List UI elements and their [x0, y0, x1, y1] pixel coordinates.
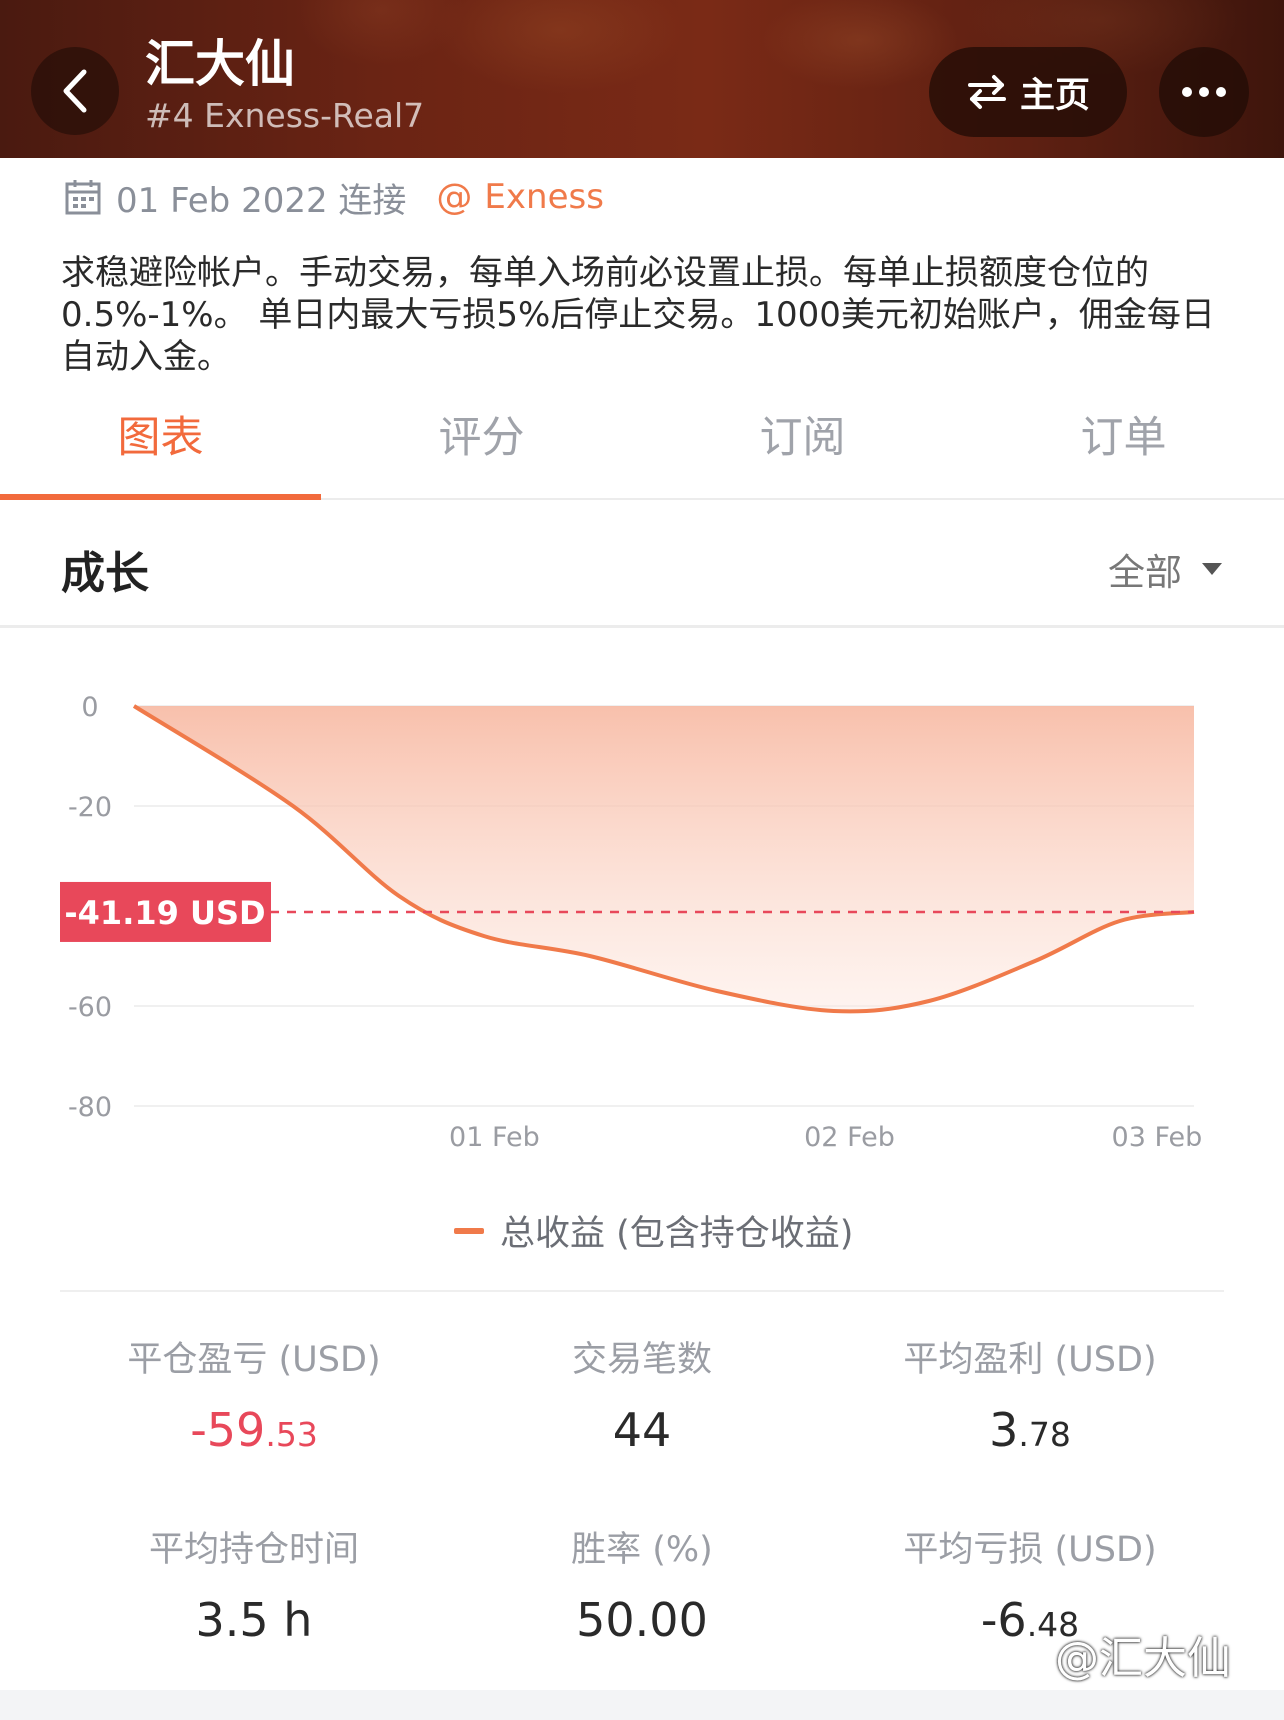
stat-value: 44 — [612, 1403, 672, 1457]
growth-chart-svg: 0 -20 -60 -80 01 Feb 02 Feb 03 Feb -41.19 USD — [60, 692, 1203, 1153]
stat-trade-count: 交易笔数 44 — [452, 1338, 832, 1465]
y-tick-label: -60 — [68, 992, 112, 1023]
account-description: 求稳避险帐户。手动交易，每单入场前必设置止损。每单止损额度仓位的0.5%-1%。… — [61, 253, 1215, 377]
stat-closed-pnl: 平仓盈亏 (USD) -59.53 — [64, 1338, 444, 1465]
account-subtitle: #4 Exness-Real7 — [145, 96, 425, 135]
tab-bar: 图表 评分 订阅 订单 — [0, 398, 1284, 500]
stat-avg-profit: 平均盈利 (USD) 3.78 — [840, 1338, 1220, 1465]
profile-header: 汇大仙 #4 Exness-Real7 主页 — [0, 0, 1284, 158]
legend-label: 总收益 (包含持仓收益) — [500, 1214, 854, 1254]
back-button[interactable] — [31, 47, 119, 135]
tab-subscribe[interactable]: 订阅 — [642, 398, 963, 498]
legend-swatch — [454, 1227, 484, 1234]
y-tick-label: -80 — [68, 1092, 112, 1123]
stat-label: 交易笔数 — [571, 1340, 712, 1380]
at-icon: @ — [436, 176, 473, 218]
more-icon — [1182, 87, 1226, 97]
calendar-icon — [65, 180, 101, 215]
broker-link[interactable]: Exness — [484, 177, 604, 217]
home-button[interactable]: 主页 — [929, 47, 1127, 137]
bottom-bar — [0, 1690, 1284, 1720]
section-title: 成长 — [61, 548, 149, 599]
chevron-left-icon — [63, 69, 87, 113]
stat-value: -59.53 — [190, 1403, 318, 1457]
growth-section-header: 成长 全部 — [0, 502, 1284, 628]
x-tick-label: 03 Feb — [1112, 1122, 1203, 1153]
watermark: @汇大仙 — [1055, 1633, 1231, 1684]
account-info-row: 01 Feb 2022 连接 @ Exness — [64, 172, 604, 222]
tab-rating[interactable]: 评分 — [321, 398, 642, 498]
stat-label: 胜率 (%) — [571, 1530, 713, 1570]
series-area — [134, 706, 1194, 1012]
x-tick-label: 02 Feb — [804, 1122, 895, 1153]
stat-value: 50.00 — [576, 1593, 708, 1647]
switch-icon — [967, 75, 1006, 109]
current-value-label: -41.19 USD — [64, 894, 265, 932]
stat-label: 平均亏损 (USD) — [903, 1530, 1157, 1570]
range-value: 全部 — [1108, 551, 1182, 594]
stat-label: 平均盈利 (USD) — [903, 1340, 1157, 1380]
x-tick-label: 01 Feb — [449, 1122, 540, 1153]
divider — [60, 1290, 1224, 1292]
stat-label: 平仓盈亏 (USD) — [127, 1340, 381, 1380]
y-tick-label: 0 — [81, 692, 98, 723]
caret-down-icon — [1202, 563, 1222, 575]
tab-orders[interactable]: 订单 — [963, 398, 1284, 498]
y-tick-label: -20 — [68, 792, 112, 823]
more-button[interactable] — [1159, 47, 1249, 137]
page-title: 汇大仙 — [145, 35, 295, 93]
stat-value: 3.78 — [989, 1403, 1071, 1457]
stat-avg-hold-time: 平均持仓时间 3.5 h — [64, 1528, 444, 1655]
home-button-label: 主页 — [1019, 75, 1090, 116]
range-dropdown[interactable]: 全部 — [1108, 542, 1224, 596]
growth-chart: 0 -20 -60 -80 01 Feb 02 Feb 03 Feb -41.19 USD — [0, 630, 1284, 1170]
stat-win-rate: 胜率 (%) 50.00 — [452, 1528, 832, 1655]
stat-label: 平均持仓时间 — [148, 1530, 359, 1570]
stat-value: 3.5 h — [195, 1593, 313, 1647]
tab-chart[interactable]: 图表 — [0, 398, 321, 500]
connected-date: 01 Feb 2022 连接 — [116, 180, 407, 221]
chart-legend[interactable]: 总收益 (包含持仓收益) — [454, 1205, 853, 1256]
